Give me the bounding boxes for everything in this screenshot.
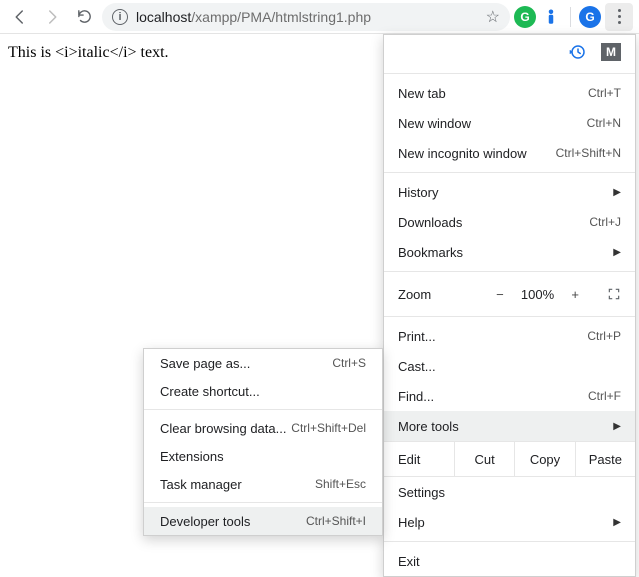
zoom-label: Zoom [398,287,468,302]
page-text: This is <i>italic</i> text. [8,44,169,61]
menu-settings[interactable]: Settings [384,477,635,507]
chrome-main-menu: M New tabCtrl+T New windowCtrl+N New inc… [383,34,636,577]
forward-button[interactable] [38,3,66,31]
chevron-right-icon: ▶ [613,421,621,432]
mega-extension-icon[interactable]: M [601,43,621,61]
zoom-level: 100% [521,287,554,302]
submenu-clear-browsing-data[interactable]: Clear browsing data...Ctrl+Shift+Del [144,414,382,442]
chevron-right-icon: ▶ [613,187,621,198]
chevron-right-icon: ▶ [613,517,621,528]
extension-icon[interactable] [540,6,562,28]
menu-edit-row: Edit Cut Copy Paste [384,441,635,477]
submenu-extensions[interactable]: Extensions [144,442,382,470]
more-tools-submenu: Save page as...Ctrl+S Create shortcut...… [143,348,383,536]
submenu-developer-tools[interactable]: Developer toolsCtrl+Shift+I [144,507,382,535]
toolbar-separator [570,7,571,27]
history-icon[interactable] [569,43,587,61]
submenu-task-manager[interactable]: Task managerShift+Esc [144,470,382,498]
site-info-icon[interactable]: i [112,9,128,25]
address-bar[interactable]: i localhost/xampp/PMA/htmlstring1.php ☆ [102,3,510,31]
submenu-save-page-as[interactable]: Save page as...Ctrl+S [144,349,382,377]
browser-toolbar: i localhost/xampp/PMA/htmlstring1.php ☆ … [0,0,639,34]
chevron-right-icon: ▶ [613,247,621,258]
menu-print[interactable]: Print...Ctrl+P [384,321,635,351]
menu-find[interactable]: Find...Ctrl+F [384,381,635,411]
submenu-create-shortcut[interactable]: Create shortcut... [144,377,382,405]
zoom-in-button[interactable]: + [568,287,582,302]
chrome-menu-button[interactable] [605,3,633,31]
url-text: localhost/xampp/PMA/htmlstring1.php [136,9,478,25]
menu-copy[interactable]: Copy [514,442,574,476]
profile-avatar[interactable]: G [579,6,601,28]
menu-new-window[interactable]: New windowCtrl+N [384,108,635,138]
menu-paste[interactable]: Paste [575,442,635,476]
menu-zoom: Zoom − 100% + [384,276,635,312]
reload-button[interactable] [70,3,98,31]
menu-help[interactable]: Help▶ [384,507,635,537]
back-button[interactable] [6,3,34,31]
extension-grammarly-icon[interactable]: G [514,6,536,28]
menu-exit[interactable]: Exit [384,546,635,576]
menu-cast[interactable]: Cast... [384,351,635,381]
menu-bookmarks[interactable]: Bookmarks▶ [384,237,635,267]
menu-more-tools[interactable]: More tools▶ [384,411,635,441]
zoom-out-button[interactable]: − [493,287,507,302]
menu-cut[interactable]: Cut [454,442,514,476]
menu-incognito[interactable]: New incognito windowCtrl+Shift+N [384,138,635,168]
menu-downloads[interactable]: DownloadsCtrl+J [384,207,635,237]
edit-label: Edit [384,442,454,476]
fullscreen-button[interactable] [607,287,621,301]
menu-new-tab[interactable]: New tabCtrl+T [384,78,635,108]
bookmark-star-icon[interactable]: ☆ [486,7,500,27]
menu-history[interactable]: History▶ [384,177,635,207]
